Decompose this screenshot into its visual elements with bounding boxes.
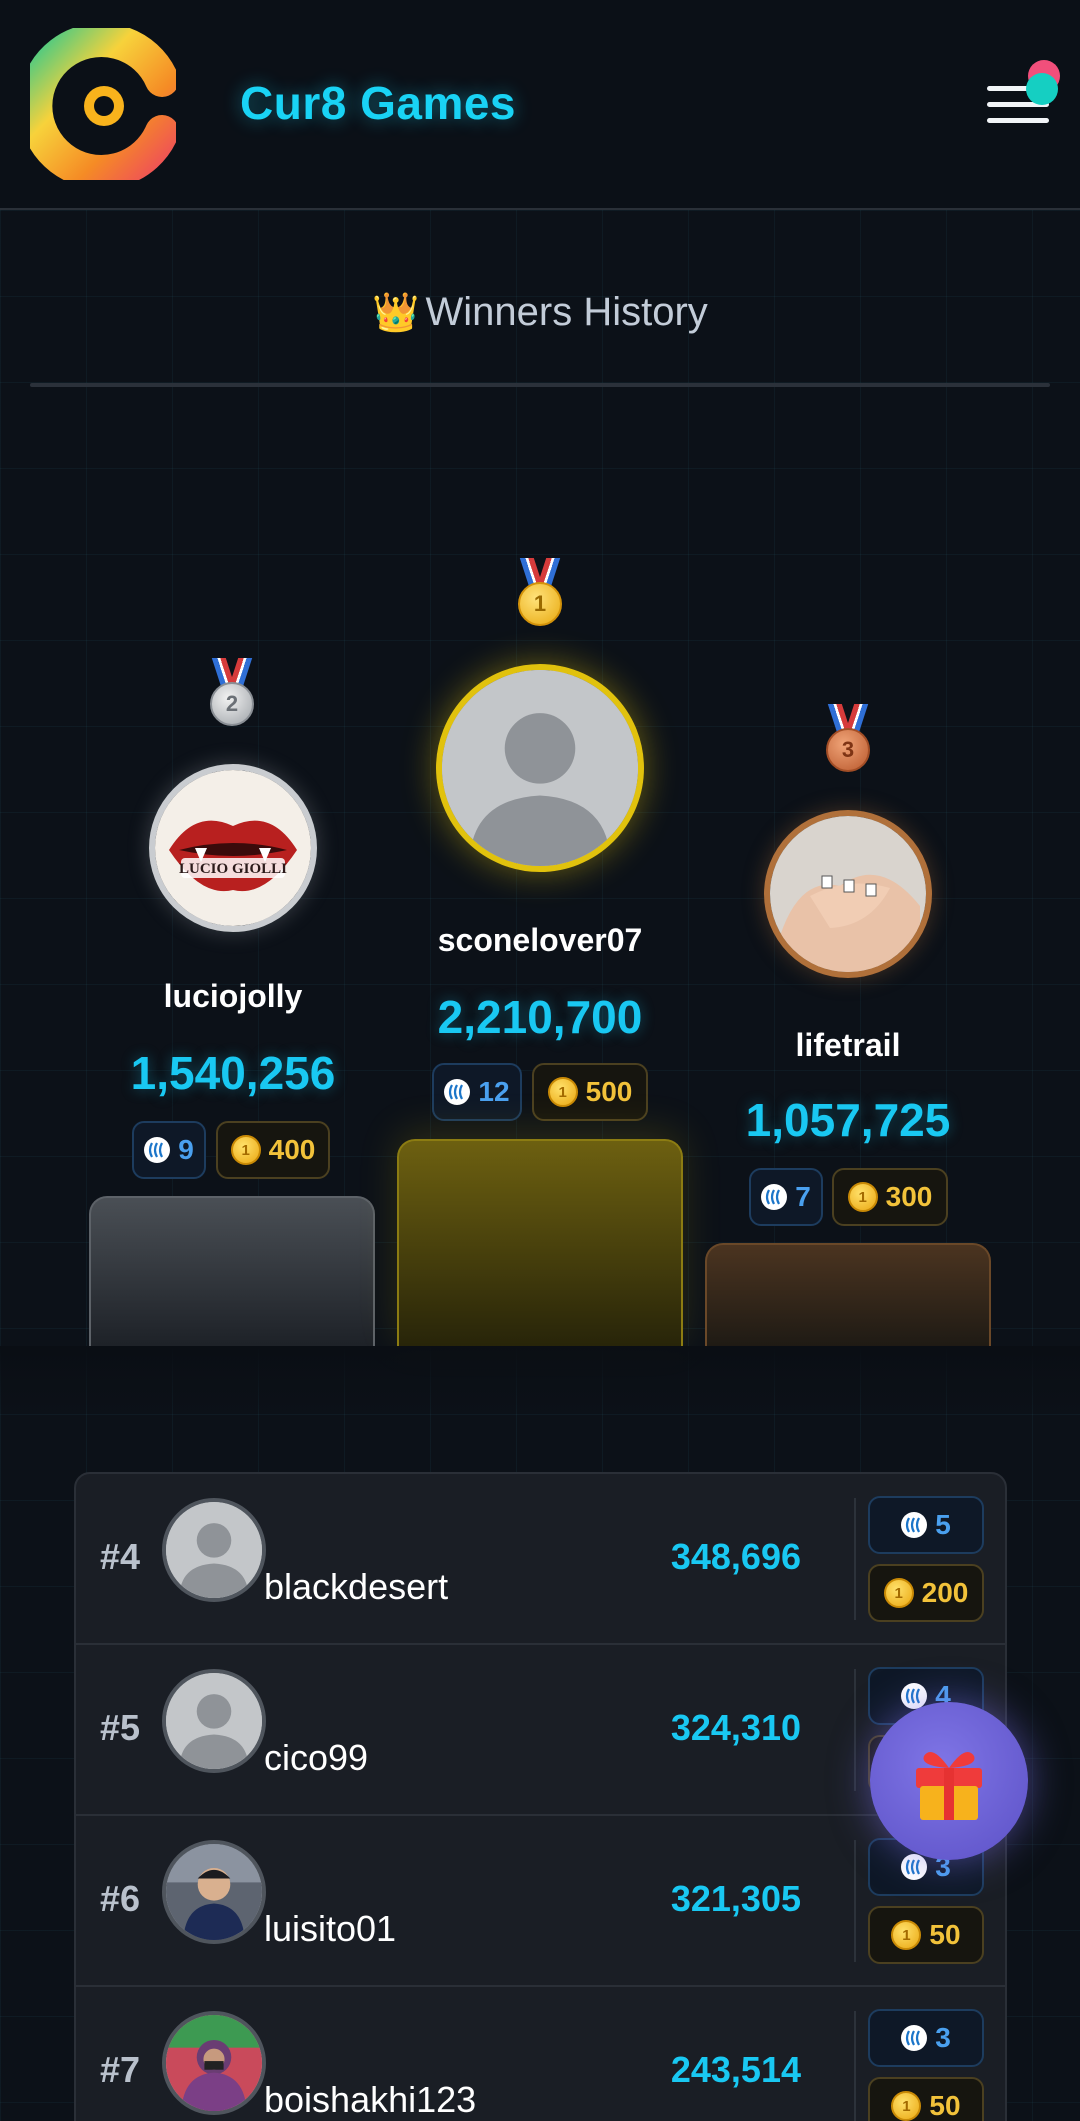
hamburger-menu-icon[interactable] (982, 60, 1060, 130)
coin-count-chip: 1 50 (868, 1906, 984, 1964)
coin-count: 400 (268, 1134, 316, 1165)
rankings-list: #4 blackdesert 348,696 5 1 200 #5 cico99… (74, 1472, 1007, 2121)
rank-score: 321,305 (670, 1878, 801, 1919)
coin-count-chip: 1 400 (216, 1121, 330, 1179)
steem-icon (901, 2025, 928, 2051)
coin-count-chip: 1 300 (832, 1168, 948, 1226)
steem-count-chip: 5 (868, 1496, 984, 1554)
coin-icon: 1 (230, 1135, 261, 1165)
coin-count: 50 (929, 1919, 961, 1950)
steem-count-chip: 7 (749, 1168, 823, 1226)
app-title: Cur8 Games (240, 77, 517, 129)
rank-username[interactable]: cico99 (264, 1737, 368, 1779)
coin-count: 200 (921, 1577, 969, 1608)
bronze-pedestal (705, 1243, 991, 1348)
default-user-avatar[interactable] (436, 664, 644, 872)
steem-count-chip: 12 (432, 1063, 522, 1121)
list-item[interactable]: #7 boishakhi123 243,514 3 1 50 (76, 1987, 1005, 2121)
list-item[interactable]: #4 blackdesert 348,696 5 1 200 (76, 1474, 1005, 1645)
podium-name[interactable]: luciojolly (83, 978, 383, 1015)
coin-count-chip: 1 50 (868, 2077, 984, 2121)
podium-name[interactable]: lifetrail (698, 1027, 998, 1064)
steem-icon (901, 1854, 928, 1880)
rank-number: #4 (100, 1536, 141, 1577)
row-divider (854, 1498, 856, 1620)
steem-count: 9 (178, 1134, 194, 1165)
crown-icon: 👑 (372, 292, 420, 334)
rank-score: 324,310 (670, 1707, 801, 1748)
row-divider (854, 2011, 856, 2121)
steem-icon (901, 1512, 928, 1538)
hands-photo-avatar[interactable] (764, 810, 932, 978)
cur8-logo-icon[interactable] (18, 23, 179, 189)
svg-text:LUCIO GIOLLI: LUCIO GIOLLI (179, 861, 287, 877)
coin-icon: 1 (891, 1920, 922, 1950)
row-divider (854, 1669, 856, 1791)
menu-bar-bottom (987, 118, 1049, 123)
gift-button[interactable] (870, 1702, 1028, 1860)
default-user-avatar[interactable] (162, 1669, 266, 1773)
steem-count: 12 (478, 1076, 510, 1107)
winners-history-heading: 👑 Winners History (0, 290, 1080, 335)
steem-count-chip: 9 (132, 1121, 206, 1179)
podium-base-shadow (0, 1346, 1080, 1416)
podium-name[interactable]: sconelover07 (390, 922, 690, 959)
rank-username[interactable]: boishakhi123 (264, 2079, 476, 2121)
gold-pedestal (397, 1139, 683, 1348)
app-header: Cur8 Games (0, 0, 1080, 210)
podium-score: 1,540,256 (130, 1047, 336, 1099)
silver-pedestal (89, 1196, 375, 1348)
gold-medal-icon: 1 (515, 558, 565, 628)
silver-medal-icon: 2 (207, 658, 257, 728)
steem-count: 5 (935, 1509, 951, 1540)
rank-username[interactable]: luisito01 (264, 1908, 396, 1950)
coin-count: 50 (929, 2090, 961, 2121)
list-item[interactable]: #5 cico99 324,310 4 1 (76, 1645, 1005, 1816)
rank-number: #7 (100, 2049, 141, 2090)
steem-count: 7 (795, 1181, 811, 1212)
woman-photo-avatar[interactable] (162, 2011, 266, 2115)
lips-logo-avatar[interactable]: LUCIO GIOLLI (149, 764, 317, 932)
bronze-medal-icon: 3 (823, 704, 873, 774)
rank-username[interactable]: blackdesert (264, 1566, 448, 1608)
row-divider (854, 1840, 856, 1962)
gift-icon (916, 1752, 982, 1820)
podium-score: 2,210,700 (437, 991, 643, 1043)
coin-count-chip: 1 200 (868, 1564, 984, 1622)
steem-icon (444, 1079, 471, 1105)
coin-icon: 1 (883, 1578, 914, 1608)
section-title: Winners History (425, 290, 708, 334)
coin-icon: 1 (847, 1182, 878, 1212)
list-item[interactable]: #6 luisito01 321,305 3 1 50 (76, 1816, 1005, 1987)
steem-count-chip: 3 (868, 2009, 984, 2067)
coin-icon: 1 (547, 1077, 578, 1107)
status-dot-icon (1026, 73, 1058, 105)
rank-score: 243,514 (670, 2049, 801, 2090)
boy-photo-avatar[interactable] (162, 1840, 266, 1944)
section-divider (30, 383, 1050, 387)
default-user-avatar[interactable] (162, 1498, 266, 1602)
coin-count-chip: 1 500 (532, 1063, 648, 1121)
coin-icon: 1 (891, 2091, 922, 2121)
coin-count: 300 (885, 1181, 933, 1212)
rank-number: #5 (100, 1707, 141, 1748)
rank-score: 348,696 (670, 1536, 801, 1577)
steem-count: 3 (935, 2022, 951, 2053)
steem-icon (144, 1137, 171, 1163)
steem-icon (761, 1184, 788, 1210)
podium-score: 1,057,725 (745, 1094, 951, 1146)
coin-count: 500 (585, 1076, 633, 1107)
rank-number: #6 (100, 1878, 141, 1919)
